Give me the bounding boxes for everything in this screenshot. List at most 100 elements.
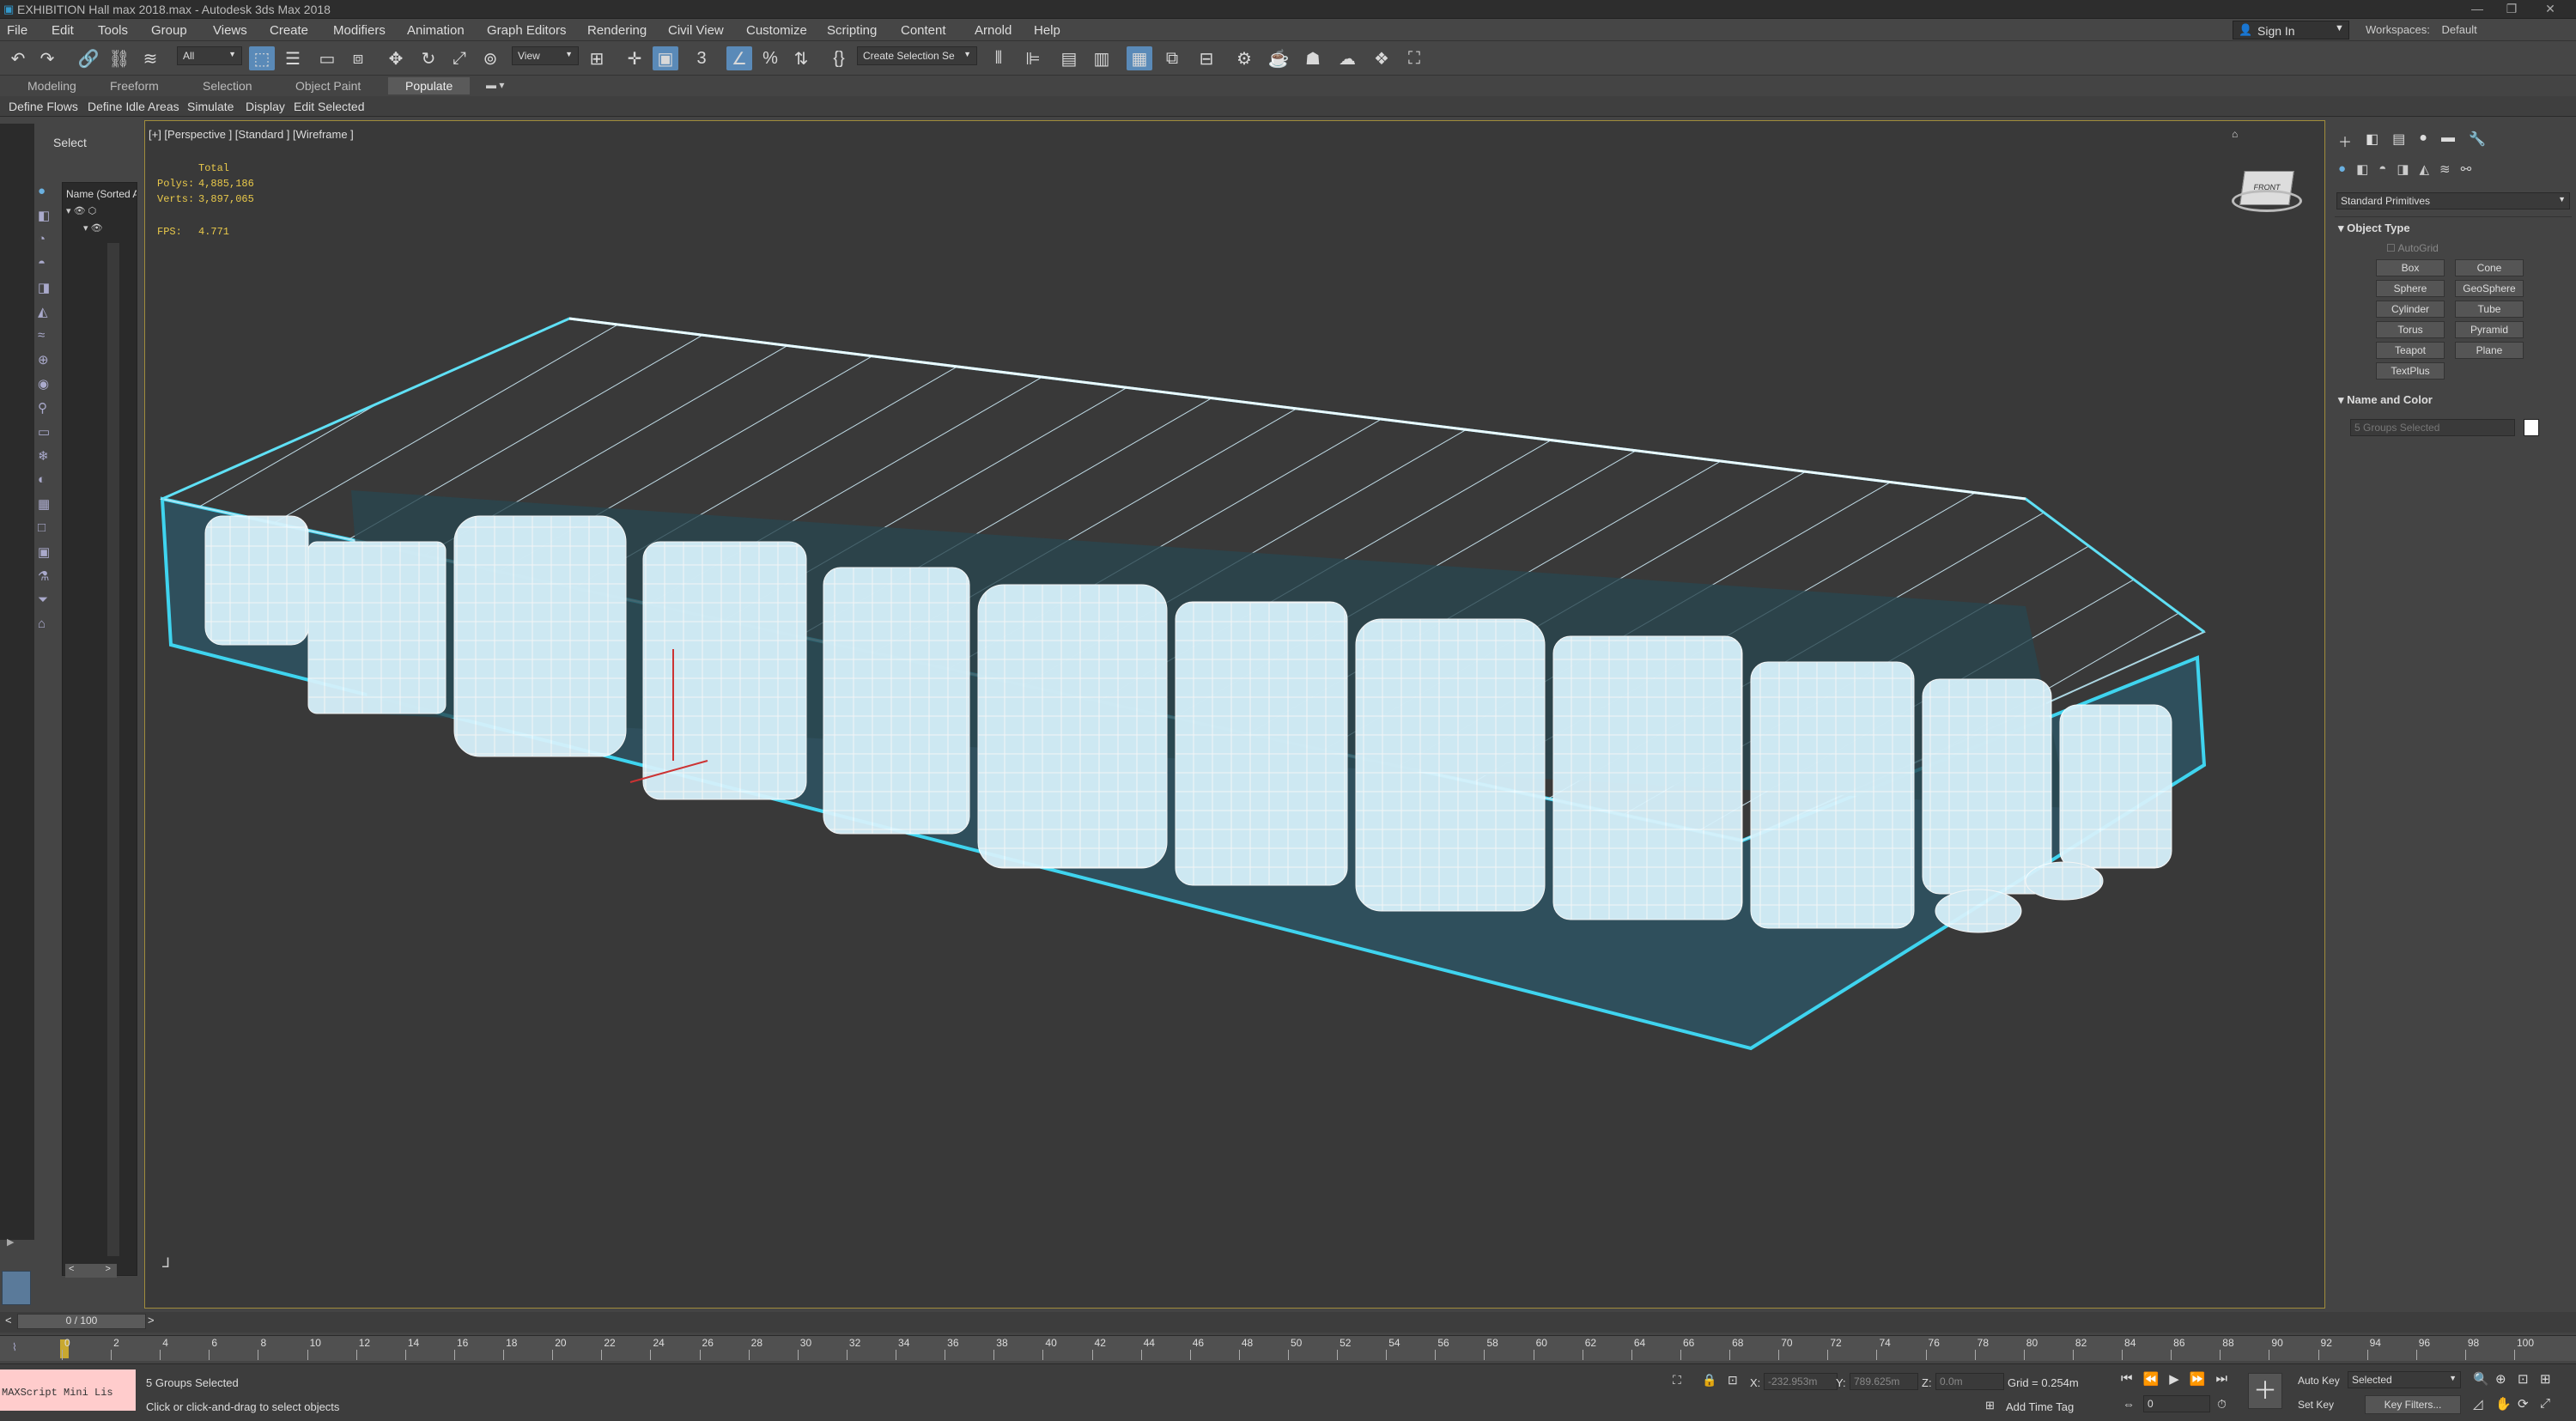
ribbon-toggle-icon[interactable]: ▥ (1089, 46, 1115, 70)
box-button[interactable]: Box (2376, 259, 2445, 276)
scene-explorer-select-tab[interactable]: Select (53, 136, 87, 149)
close-icon[interactable]: ✕ (2533, 2, 2567, 16)
absolute-mode-icon[interactable]: ⊡ (1728, 1373, 1738, 1388)
modify-tab-icon[interactable]: ◧ (2366, 131, 2379, 149)
create-tab-icon[interactable]: ＋ (2338, 131, 2352, 150)
cameras-icon[interactable]: ◨ (2397, 161, 2409, 180)
menu-group[interactable]: Group (151, 23, 187, 38)
menu-help[interactable]: Help (1034, 23, 1060, 38)
auto-key-button[interactable]: Auto Key (2298, 1375, 2340, 1387)
menu-civil-view[interactable]: Civil View (668, 23, 724, 38)
container-icon[interactable]: ⌂ (38, 616, 58, 634)
bind-spacewarp-icon[interactable]: ≋ (137, 46, 163, 70)
key-set-dropdown[interactable]: Selected ▼ (2348, 1371, 2461, 1388)
groups-filter-icon[interactable]: ⊕ (38, 352, 58, 369)
isolate-icon[interactable]: ⛶ (1673, 1373, 1681, 1388)
viewcube[interactable]: FRONT (2232, 164, 2302, 216)
menu-customize[interactable]: Customize (746, 23, 807, 38)
menu-file[interactable]: File (7, 23, 27, 38)
lights-filter-icon[interactable]: ◓ (38, 256, 58, 273)
display-tab-icon[interactable]: ▬ (2441, 131, 2455, 149)
menu-scripting[interactable]: Scripting (827, 23, 877, 38)
tree-root-node[interactable]: ▾ 👁 ⬡ (66, 205, 96, 216)
utilities-tab-icon[interactable]: 🔧 (2469, 131, 2486, 149)
a360-icon[interactable]: ⛶ (1401, 46, 1427, 70)
menu-graph-editors[interactable]: Graph Editors (487, 23, 567, 38)
keyboard-shortcut-toggle-icon[interactable]: ▣ (653, 46, 678, 70)
simulate-button[interactable]: Simulate (187, 100, 234, 113)
pyramid-button[interactable]: Pyramid (2455, 321, 2524, 338)
bones-filter-icon[interactable]: ⚲ (38, 400, 58, 417)
cameras-filter-icon[interactable]: ◨ (38, 280, 58, 297)
set-key-icon[interactable]: ＋ (2248, 1373, 2282, 1409)
spacewarps-icon[interactable]: ≋ (2439, 161, 2451, 180)
select-object-icon[interactable]: ⬚ (249, 46, 275, 70)
shapes-icon[interactable]: ◧ (2356, 161, 2368, 180)
hidden-filter-icon[interactable]: ◐ (38, 472, 58, 489)
define-idle-areas-button[interactable]: Define Idle Areas (88, 100, 179, 113)
viewcube-ring[interactable] (2232, 190, 2302, 212)
time-slider-next-icon[interactable]: > (148, 1314, 155, 1327)
all-filter-icon[interactable]: ▦ (38, 496, 58, 513)
name-color-rollout-title[interactable]: ▾ Name and Color (2338, 393, 2433, 407)
render-iterative-icon[interactable]: ❖ (1369, 46, 1394, 70)
tab-modeling[interactable]: Modeling (27, 79, 76, 93)
layer-explorer-toggle[interactable] (2, 1271, 31, 1305)
none-filter-icon[interactable]: □ (38, 520, 58, 537)
object-color-swatch[interactable] (2524, 419, 2539, 436)
pivot-center-icon[interactable]: ⊞ (584, 46, 610, 70)
menu-modifiers[interactable]: Modifiers (333, 23, 386, 38)
containers-filter-icon[interactable]: ▭ (38, 424, 58, 441)
redo-icon[interactable]: ↷ (34, 46, 60, 70)
select-manipulate-icon[interactable]: ✛ (622, 46, 647, 70)
rectangular-selection-icon[interactable]: ▭ (314, 46, 340, 70)
zoom-extents-icon[interactable]: ⊡ (2518, 1371, 2540, 1389)
shapes-filter-icon[interactable]: ◔ (38, 232, 58, 249)
rendered-frame-icon[interactable]: ☕ (1266, 46, 1291, 70)
cone-button[interactable]: Cone (2455, 259, 2524, 276)
set-key-button[interactable]: Set Key (2298, 1399, 2334, 1411)
menu-rendering[interactable]: Rendering (587, 23, 647, 38)
sign-in-dropdown[interactable]: 👤 Sign In ▼ (2233, 21, 2349, 39)
sphere-button[interactable]: Sphere (2376, 280, 2445, 297)
rotate-icon[interactable]: ↻ (416, 46, 441, 70)
zoom-icon[interactable]: 🔍 (2473, 1371, 2495, 1389)
restore-icon[interactable]: ❐ (2494, 2, 2529, 16)
key-filters-button[interactable]: Key Filters... (2365, 1395, 2461, 1414)
unlink-icon[interactable]: ⛓ (106, 46, 132, 70)
torus-button[interactable]: Torus (2376, 321, 2445, 338)
workspace-selector[interactable]: Workspaces: Default (2366, 23, 2477, 36)
ref-coord-dropdown[interactable]: View ▼ (512, 46, 579, 65)
minimize-icon[interactable]: — (2460, 2, 2494, 15)
snaps-toggle-icon[interactable]: 3 (689, 46, 714, 70)
tab-selection[interactable]: Selection (203, 79, 252, 93)
named-selection-dropdown[interactable]: Create Selection Se ▼ (857, 46, 977, 65)
material-editor-icon[interactable]: ⊟ (1194, 46, 1219, 70)
time-config-icon[interactable]: ⏱ (2217, 1397, 2227, 1412)
category-dropdown[interactable]: Standard Primitives ▼ (2336, 192, 2570, 210)
filter-icon[interactable]: ⏷ (38, 592, 58, 610)
geosphere-button[interactable]: GeoSphere (2455, 280, 2524, 297)
scale-icon[interactable]: ⤢ (447, 46, 472, 70)
time-slider-track[interactable]: < 0 / 100 > (0, 1312, 2576, 1333)
curve-editor-icon[interactable]: ▦ (1127, 46, 1152, 70)
align-icon[interactable]: ⊫ (1020, 46, 1046, 70)
field-of-view-icon[interactable]: ◿ (2473, 1396, 2495, 1414)
menu-animation[interactable]: Animation (407, 23, 465, 38)
menu-content[interactable]: Content (901, 23, 946, 38)
display-button[interactable]: Display (246, 100, 285, 113)
time-slider-thumb[interactable]: 0 / 100 (17, 1314, 146, 1329)
spinner-snap-icon[interactable]: ⇅ (788, 46, 814, 70)
selection-filter-dropdown[interactable]: All ▼ (177, 46, 242, 65)
expand-arrow-icon[interactable]: ▶ (7, 1236, 14, 1248)
angle-snap-icon[interactable]: ∠ (726, 46, 752, 70)
object-name-field[interactable]: 5 Groups Selected (2350, 419, 2515, 436)
motion-tab-icon[interactable]: ● (2419, 131, 2427, 149)
viewport-home-icon[interactable]: ⌂ (2232, 128, 2238, 140)
tube-button[interactable]: Tube (2455, 301, 2524, 318)
teapot-button[interactable]: Teapot (2376, 342, 2445, 359)
object-type-rollout-title[interactable]: ▾ Object Type (2338, 222, 2410, 235)
select-by-name-icon[interactable]: ☰ (280, 46, 306, 70)
maximize-viewport-icon[interactable]: ⤢ (2540, 1396, 2562, 1414)
edit-named-selection-icon[interactable]: {} (826, 46, 852, 70)
